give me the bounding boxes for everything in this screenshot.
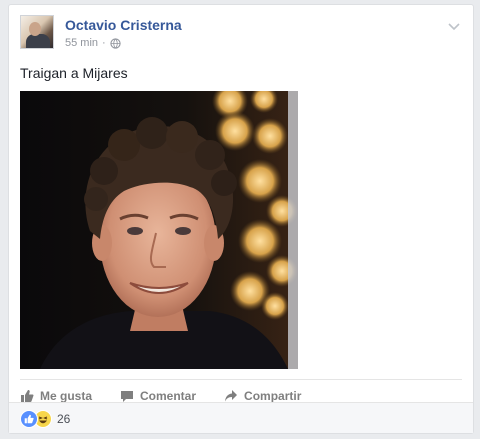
avatar-figure-body (26, 34, 50, 48)
share-button[interactable]: Compartir (224, 389, 301, 403)
reactions-bar: 26 (9, 402, 473, 433)
meta-separator: · (102, 37, 106, 49)
globe-icon (110, 37, 121, 49)
comment-icon (121, 391, 134, 402)
reactions-summary[interactable]: 26 (20, 410, 70, 428)
post-text: Traigan a Mijares (20, 65, 128, 81)
comment-button[interactable]: Comentar (120, 389, 196, 403)
post-photo[interactable] (20, 91, 298, 369)
reaction-count: 26 (57, 412, 71, 426)
like-thumb-glyph (24, 414, 34, 424)
avatar-figure-face (29, 22, 41, 36)
post-card: Octavio Cristerna 55 min · Traigan a Mij… (8, 4, 474, 434)
actions-divider (20, 379, 462, 380)
portrait-illustration (20, 91, 298, 369)
like-button[interactable]: Me gusta (20, 389, 92, 403)
author-name[interactable]: Octavio Cristerna (65, 17, 182, 33)
share-arrow-icon (225, 390, 238, 402)
share-label: Compartir (244, 389, 302, 403)
comment-label: Comentar (140, 389, 197, 403)
like-label: Me gusta (40, 389, 93, 403)
post-time[interactable]: 55 min (65, 37, 98, 49)
post-header: Octavio Cristerna 55 min · (20, 15, 463, 55)
chevron-down-icon[interactable] (447, 19, 461, 33)
like-icon (20, 410, 38, 428)
author-avatar[interactable] (20, 15, 54, 49)
post-meta: 55 min · (65, 37, 121, 49)
thumbs-up-icon (21, 390, 34, 402)
